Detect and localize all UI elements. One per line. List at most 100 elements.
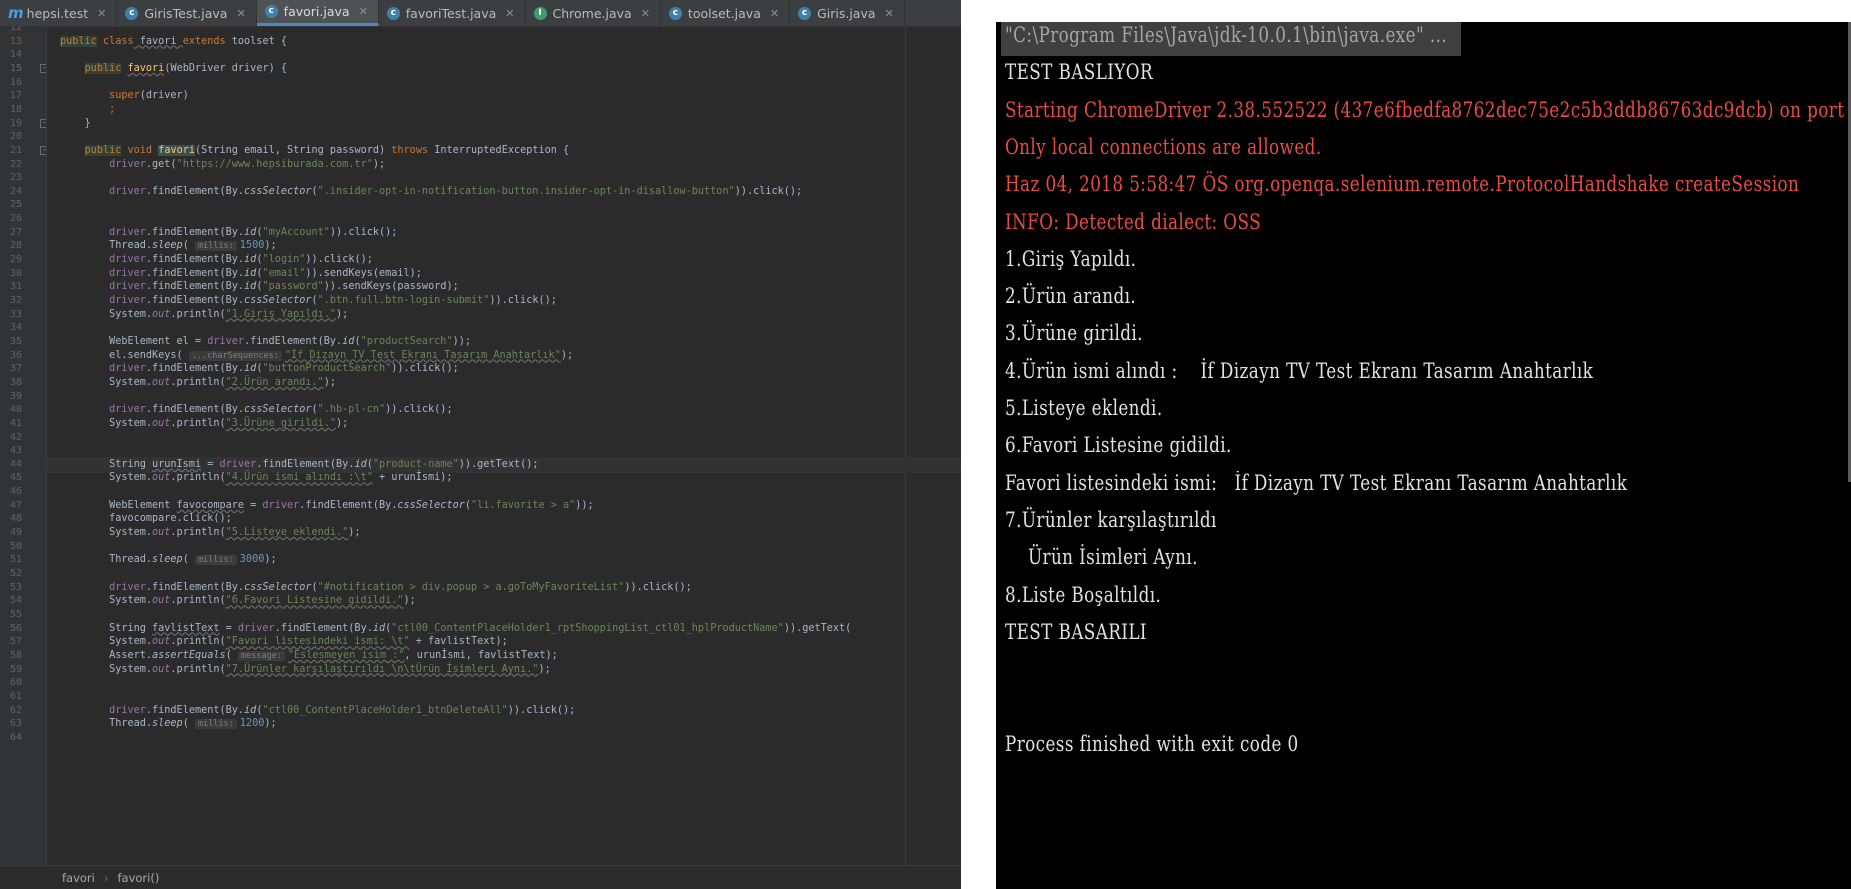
close-icon[interactable]: ✕: [236, 7, 245, 20]
close-icon[interactable]: ✕: [97, 7, 106, 20]
code-token: );: [323, 376, 337, 388]
tab-favoritest-java[interactable]: c favoriTest.java ✕: [379, 0, 526, 26]
parameter-hint: message:: [237, 650, 285, 661]
code-token: out: [152, 376, 171, 388]
ide-window: m hepsi.test ✕ c GirisTest.java ✕ c favori.java…: [0, 0, 961, 889]
console-line: 6.Favori Listesine gidildi.: [1005, 433, 1232, 458]
code-token: ));: [575, 499, 594, 511]
code-token: favori: [127, 62, 165, 74]
fold-toggle-icon[interactable]: -: [40, 145, 46, 155]
code-line[interactable]: System.out.println("2.Ürün arandı.");: [60, 375, 336, 391]
close-icon[interactable]: ✕: [770, 7, 779, 20]
code-token: "product-name": [372, 458, 459, 470]
code-token: .println(: [170, 663, 226, 675]
tab-giris-java[interactable]: c Giris.java ✕: [790, 0, 905, 26]
code-line[interactable]: Thread.sleep( millis: 1200);: [60, 716, 277, 732]
code-token: out: [152, 595, 171, 607]
code-line[interactable]: System.out.println("5.Listeye eklendi.")…: [60, 525, 361, 541]
console-line: 5.Listeye eklendi.: [1005, 396, 1163, 420]
tab-label: toolset.java: [687, 5, 761, 21]
code-token: favocompare: [176, 499, 245, 511]
code-token: WebElement el =: [60, 335, 208, 347]
code-token: ".hb-pl-cn": [317, 404, 386, 416]
code-token: "Eslesmeyen isim :": [287, 649, 405, 661]
code-token: .findElement(By.: [145, 581, 245, 593]
code-token: .println(: [170, 595, 226, 607]
code-token: .println(: [170, 376, 226, 388]
code-token: (: [182, 554, 195, 566]
console-line: TEST BASARILI: [1005, 619, 1147, 644]
tab-label: Chrome.java: [552, 5, 632, 21]
code-token: id: [244, 704, 257, 716]
code-token: );: [538, 663, 551, 675]
code-line[interactable]: public class favori extends toolset {: [60, 34, 287, 50]
console-line: Only local connections are allowed.: [1005, 134, 1322, 159]
console-line: Favori listesindeki ismi: İf Dizayn TV T…: [1005, 470, 1628, 495]
code-token: WebElement: [60, 499, 177, 511]
breadcrumb: favori › favori(): [0, 865, 961, 889]
code-token: Thread.: [60, 554, 153, 566]
code-token: ;: [109, 103, 116, 115]
code-token: 3000: [239, 554, 265, 566]
code-token: id: [354, 458, 367, 470]
code-token: toolset {: [225, 35, 287, 47]
code-line[interactable]: System.out.println("1.Giriş Yapıldı.");: [60, 307, 348, 323]
close-icon[interactable]: ✕: [359, 5, 368, 18]
code-token: driver: [109, 295, 146, 306]
console-line: Process finished with exit code 0: [1005, 731, 1299, 756]
code-token: "ctl00_ContentPlaceHolder1_rptShoppingLi…: [391, 622, 784, 634]
console-line: 7.Ürünler karşılaştırıldı: [1005, 507, 1217, 532]
code-token: )).click();: [624, 581, 692, 593]
code-token: System.: [60, 595, 153, 607]
fold-toggle-icon[interactable]: -: [40, 63, 46, 73]
code-token: "li.favorite > a": [470, 499, 576, 511]
code-line[interactable]: }: [60, 116, 91, 132]
code-token: "6.Favori Listesine gidildi.": [225, 595, 404, 607]
console-line: 4.Ürün ismi alındı : İf Dizayn TV Test E…: [1005, 358, 1594, 383]
code-token: "password": [262, 281, 324, 293]
tab-toolset-java[interactable]: c toolset.java ✕: [661, 0, 791, 26]
close-icon[interactable]: ✕: [885, 7, 894, 20]
code-token: favocompare.click();: [60, 513, 232, 525]
code-token: driver: [237, 622, 275, 634]
code-token: sleep: [152, 554, 183, 566]
code-token: System.: [60, 527, 153, 539]
code-line[interactable]: System.out.println("4.Ürün ismi alındı :…: [60, 470, 453, 486]
code-line[interactable]: Thread.sleep( millis: 3000);: [60, 552, 277, 568]
code-line[interactable]: System.out.println("7.Ürünler karşılaştı…: [60, 662, 551, 678]
code-token: );: [403, 595, 416, 607]
code-line[interactable]: driver.get("https://www.hepsiburada.com.…: [60, 157, 385, 173]
close-icon[interactable]: ✕: [641, 7, 650, 20]
class-icon: c: [668, 6, 682, 20]
code-line[interactable]: public favori(WebDriver driver) {: [60, 61, 287, 77]
tab-hepsi-test[interactable]: m hepsi.test ✕: [0, 0, 118, 26]
tab-favori-java[interactable]: c favori.java ✕: [256, 0, 379, 26]
code-token: );: [348, 527, 361, 539]
code-token: driver: [109, 704, 146, 716]
code-line[interactable]: System.out.println("3.Ürüne girildi.");: [60, 416, 348, 432]
close-icon[interactable]: ✕: [505, 7, 514, 20]
tab-label: GirisTest.java: [144, 5, 228, 21]
console-line: Haz 04, 2018 5:58:47 ÖS org.openqa.selen…: [1005, 172, 1800, 197]
code-editor[interactable]: public class favori extends toolset { pu…: [47, 26, 961, 865]
tab-chrome-java[interactable]: I Chrome.java ✕: [526, 0, 661, 26]
code-token: favori: [133, 35, 183, 47]
code-token: .findElement(By.: [145, 295, 245, 306]
parameter-hint: millis:: [194, 719, 237, 730]
tab-giristest-java[interactable]: c GirisTest.java ✕: [117, 0, 257, 26]
breadcrumb-class[interactable]: favori: [62, 871, 95, 885]
code-token: .println(: [170, 417, 226, 429]
fold-toggle-icon[interactable]: -: [40, 118, 46, 128]
breadcrumb-method[interactable]: favori(): [117, 871, 159, 885]
code-line[interactable]: System.out.println("6.Favori Listesine g…: [60, 593, 416, 609]
code-token: favlistText: [152, 622, 220, 634]
code-line[interactable]: driver.findElement(By.cssSelector(".insi…: [60, 184, 802, 200]
code-token: (WebDriver driver) {: [164, 62, 287, 74]
code-token: );: [264, 718, 277, 730]
